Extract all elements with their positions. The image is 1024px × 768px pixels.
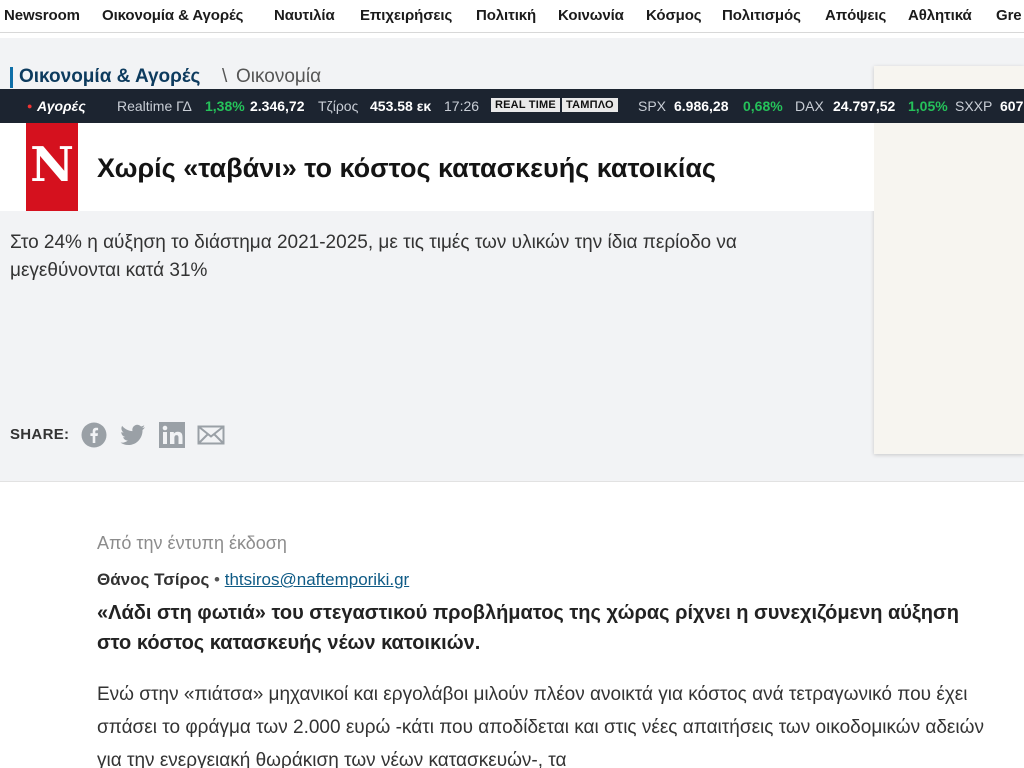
- nav-item-greek[interactable]: Gre: [996, 7, 1022, 24]
- market-ticker: ● Αγορές Realtime ΓΔ 1,38% 2.346,72 Τζίρ…: [0, 89, 1024, 123]
- article-lead: «Λάδι στη φωτιά» του στεγαστικού προβλήμ…: [97, 602, 959, 654]
- turnover-label: Τζίρος: [318, 98, 359, 114]
- breadcrumb-accent-bar: [10, 67, 13, 88]
- breadcrumb-section-link[interactable]: Οικονομία & Αγορές: [19, 66, 200, 88]
- board-button[interactable]: ΤΑΜΠΛΟ: [562, 98, 618, 112]
- dax-change: 1,05%: [908, 98, 948, 114]
- twitter-icon[interactable]: [119, 422, 147, 448]
- spx-value: 6.986,28: [674, 98, 729, 114]
- realtime-index-label: Realtime ΓΔ: [117, 98, 192, 114]
- print-edition-label: Από την έντυπη έκδοση: [97, 533, 287, 553]
- nav-item-newsroom[interactable]: Newsroom: [4, 7, 80, 24]
- article-title: Χωρίς «ταβάνι» το κόστος κατασκευής κατο…: [97, 153, 716, 183]
- realtime-button[interactable]: REAL TIME: [491, 98, 560, 112]
- site-logo[interactable]: N: [26, 123, 78, 211]
- author-name[interactable]: Θάνος Τσίρος: [97, 570, 209, 589]
- logo-letter: N: [30, 137, 74, 193]
- linkedin-icon[interactable]: [158, 422, 186, 448]
- nav-item-business[interactable]: Επιχειρήσεις: [360, 7, 452, 24]
- nav-item-world[interactable]: Κόσμος: [646, 7, 702, 24]
- nav-item-sports[interactable]: Αθλητικά: [908, 7, 972, 24]
- author-email-link[interactable]: thtsiros@naftemporiki.gr: [225, 570, 410, 589]
- nav-item-culture[interactable]: Πολιτισμός: [722, 7, 801, 24]
- index-change: 1,38%: [205, 98, 245, 114]
- dax-value: 24.797,52: [833, 98, 896, 114]
- breadcrumb-separator: \: [222, 66, 228, 87]
- live-dot-icon: ●: [27, 101, 33, 111]
- dax-label[interactable]: DAX: [795, 98, 824, 114]
- index-value: 2.346,72: [250, 98, 305, 114]
- nav-item-shipping[interactable]: Ναυτιλία: [274, 7, 335, 24]
- nav-item-economy[interactable]: Οικονομία & Αγορές: [102, 7, 243, 24]
- nav-item-opinions[interactable]: Απόψεις: [825, 7, 886, 24]
- side-image-panel: [874, 66, 1024, 454]
- nav-item-politics[interactable]: Πολιτική: [476, 7, 536, 24]
- sxxp-label[interactable]: SXXP: [955, 98, 992, 114]
- share-label: SHARE:: [10, 426, 70, 443]
- breadcrumb-subsection-link[interactable]: Οικονομία: [236, 66, 321, 88]
- nav-item-society[interactable]: Κοινωνία: [558, 7, 624, 24]
- byline-bullet: •: [214, 570, 220, 589]
- mail-icon[interactable]: [197, 422, 225, 448]
- sxxp-value: 607: [1000, 98, 1024, 114]
- facebook-icon[interactable]: [81, 422, 109, 448]
- ticker-label[interactable]: Αγορές: [37, 98, 86, 114]
- turnover-value: 453.58 εκ: [370, 98, 432, 114]
- article-body-paragraph: Ενώ στην «πιάτσα» μηχανικοί και εργολάβο…: [97, 684, 984, 768]
- top-navigation: Newsroom Οικονομία & Αγορές Ναυτιλία Επι…: [0, 0, 1024, 33]
- spx-label[interactable]: SPX: [638, 98, 666, 114]
- byline: Θάνος Τσίρος • thtsiros@naftemporiki.gr: [97, 570, 409, 590]
- ticker-time: 17:26: [444, 98, 480, 114]
- article-subtitle: Στο 24% η αύξηση το διάστημα 2021-2025, …: [10, 232, 737, 281]
- spx-change: 0,68%: [743, 98, 783, 114]
